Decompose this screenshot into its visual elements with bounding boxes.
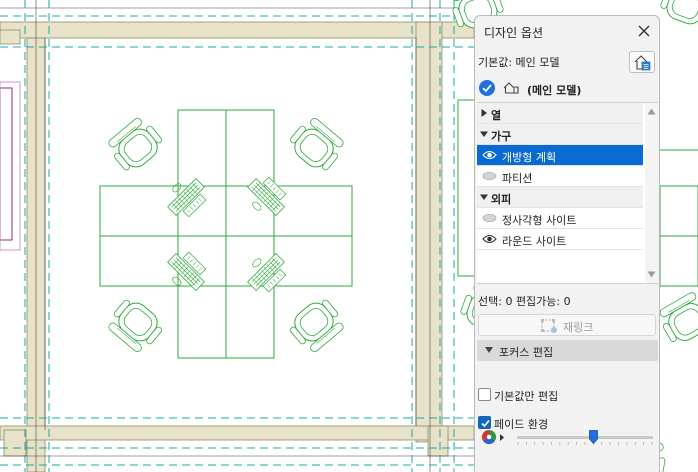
fade-slider-track[interactable] [517,436,653,439]
color-wheel-button[interactable] [480,428,508,447]
options-tree: 열가구개방형 계획파티션외피정사각형 사이트라운드 사이트 [477,102,658,284]
default-label: 기본값: 메인 모델 [478,56,560,69]
main-model-label: (메인 모델) [527,84,582,97]
expanded-triangle-icon[interactable] [480,193,488,201]
tree-item[interactable]: 정사각형 사이트 [477,208,643,229]
relink-icon [541,319,557,333]
collapse-triangle-icon [485,347,493,353]
fade-slider-thumb[interactable] [588,430,598,444]
focus-edit-label: 포커스 편집 [499,346,554,359]
color-wheel-icon [481,429,504,445]
home-icon [502,81,520,98]
default-only-checkbox[interactable] [478,388,491,401]
expanded-triangle-icon[interactable] [480,130,488,138]
tree-item-label: 정사각형 사이트 [502,214,577,227]
default-only-row[interactable]: 기본값만 편집 [478,386,658,404]
eye-hidden-icon[interactable] [482,213,497,226]
close-icon[interactable] [635,22,653,40]
tree-item-label: 파티션 [502,172,533,185]
set-default-button[interactable] [629,51,655,73]
relink-button[interactable]: 재링크 [478,314,656,336]
tree-group[interactable]: 가구 [477,124,643,145]
slider-ticks [517,442,653,445]
tree-item-label: 개방형 계획 [502,151,557,164]
eye-icon[interactable] [482,234,497,247]
tree-item-label: 라운드 사이트 [502,235,567,248]
collapsed-triangle-icon[interactable] [480,109,488,117]
tree-item[interactable]: 개방형 계획 [477,145,643,166]
tree-group-label: 가구 [491,130,512,143]
panel-title: 디자인 옵션 [484,26,544,40]
tree-item[interactable]: 파티션 [477,166,643,187]
tree-scrollbar[interactable] [645,103,658,283]
eye-hidden-icon[interactable] [482,171,497,184]
main-model-row[interactable]: (메인 모델) [475,76,659,100]
checkmark-circle-icon [478,79,496,100]
selection-info: 선택: 0 편집가능: 0 [478,295,571,308]
focus-edit-section[interactable]: 포커스 편집 [477,340,658,361]
default-only-label: 기본값만 편집 [494,390,559,403]
tree-item[interactable]: 라운드 사이트 [477,229,643,250]
scroll-down-icon[interactable] [647,271,656,278]
panel-header: 디자인 옵션 [475,16,659,46]
tree-group[interactable]: 외피 [477,187,643,208]
scroll-up-icon[interactable] [647,108,656,115]
tree-group[interactable]: 열 [477,103,643,124]
relink-label: 재링크 [563,321,594,334]
tree-group-label: 열 [491,109,502,122]
eye-icon[interactable] [482,150,497,163]
home-list-icon [634,55,651,71]
fade-slider-row [478,426,658,450]
tree-group-label: 외피 [491,193,512,206]
design-options-panel: 디자인 옵션 기본값: 메인 모델 (메인 모델) 열가구개방형 계획파티션외피… [474,15,660,472]
default-row: 기본값: 메인 모델 [475,49,659,73]
